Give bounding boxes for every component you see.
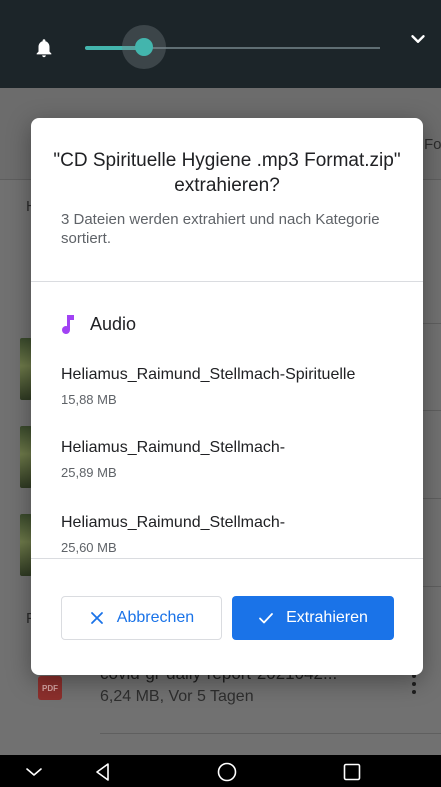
file-size: 15,88 MB — [61, 392, 117, 407]
volume-slider-thumb[interactable] — [135, 38, 153, 56]
volume-panel — [0, 0, 441, 88]
file-list[interactable]: Audio Heliamus_Raimund_Stellmach-Spiritu… — [31, 282, 423, 558]
dialog-title: "CD Spirituelle Hygiene .mp3 Format.zip"… — [53, 150, 401, 196]
file-item: Heliamus_Raimund_Stellmach- 25,60 MB — [61, 514, 411, 555]
home-icon[interactable] — [216, 761, 238, 783]
background-file-row[interactable]: PDF covid-gr-daily-report-2021042... 6,2… — [0, 664, 441, 738]
pdf-icon: PDF — [38, 676, 62, 700]
cancel-button-label: Abbrechen — [116, 609, 195, 626]
check-icon — [259, 613, 273, 624]
background-tab-text: Fo — [424, 136, 441, 153]
extract-button-label: Extrahieren — [286, 609, 368, 626]
file-size: 25,89 MB — [61, 465, 117, 480]
recents-icon[interactable] — [341, 761, 363, 783]
chevron-down-icon[interactable] — [407, 28, 429, 50]
background-file-meta: 6,24 MB, Vor 5 Tagen — [100, 688, 254, 705]
cancel-button[interactable]: Abbrechen — [61, 596, 222, 640]
category-label: Audio — [90, 313, 137, 334]
music-note-icon — [62, 315, 74, 335]
bell-icon[interactable] — [33, 37, 55, 59]
back-icon[interactable] — [92, 761, 114, 783]
dialog-actions: Abbrechen Extrahieren — [31, 596, 423, 640]
dialog-description: 3 Dateien werden extrahiert und nach Kat… — [61, 211, 380, 247]
file-name: Heliamus_Raimund_Stellmach- — [61, 439, 286, 456]
more-options-icon[interactable] — [408, 674, 420, 700]
close-icon — [90, 612, 103, 624]
file-item: Heliamus_Raimund_Stellmach- 25,89 MB — [61, 439, 411, 480]
file-name: Heliamus_Raimund_Stellmach- — [61, 514, 286, 531]
extract-dialog: "CD Spirituelle Hygiene .mp3 Format.zip"… — [31, 118, 423, 675]
dialog-divider-bottom — [31, 558, 423, 559]
file-item: Heliamus_Raimund_Stellmach-Spirituelle 1… — [61, 366, 411, 407]
file-name: Heliamus_Raimund_Stellmach-Spirituelle — [61, 366, 356, 383]
file-size: 25,60 MB — [61, 540, 117, 555]
collapse-icon[interactable] — [23, 761, 45, 783]
extract-button[interactable]: Extrahieren — [232, 596, 394, 640]
category-header: Audio — [61, 312, 136, 336]
navigation-bar — [0, 755, 441, 787]
